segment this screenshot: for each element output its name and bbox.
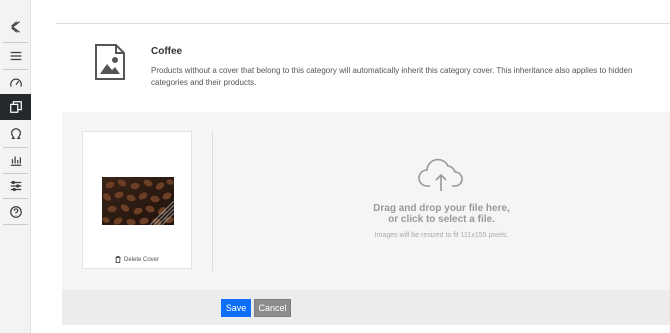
cover-preview-card: Delete Cover: [82, 131, 192, 269]
sidebar-item-menu[interactable]: [0, 43, 31, 69]
category-description: Products without a cover that belong to …: [151, 66, 633, 87]
dropzone-title-line1: Drag and drop your file here,: [373, 203, 510, 214]
menu-icon: [10, 51, 21, 61]
delete-cover-link[interactable]: Delete Cover: [83, 256, 191, 263]
sidebar-item-stats[interactable]: [0, 147, 31, 173]
sidebar-item-catalog[interactable]: [0, 94, 31, 120]
sidebar-item-help[interactable]: [0, 199, 31, 225]
dropzone-title: Drag and drop your file here, or click t…: [213, 203, 670, 225]
logo-icon: [10, 21, 20, 33]
trash-icon: [115, 256, 121, 263]
save-button[interactable]: Save: [221, 299, 251, 317]
cover-image: [102, 177, 174, 225]
cloud-upload-icon: [418, 158, 463, 191]
cancel-button[interactable]: Cancel: [254, 299, 291, 317]
cover-panel: Delete Cover Drag and drop your file her…: [62, 112, 670, 290]
dashboard-icon: [9, 78, 22, 87]
delete-cover-label: Delete Cover: [123, 256, 159, 263]
dropzone-title-line2: or click to select a file.: [388, 214, 495, 225]
form-actions: Save Cancel: [62, 290, 670, 325]
sidebar-item-dashboard[interactable]: [0, 70, 31, 96]
sidebar-separator: [3, 224, 28, 225]
file-dropzone[interactable]: Drag and drop your file here, or click t…: [213, 112, 670, 290]
header-divider: [56, 23, 670, 24]
sidebar-item-settings[interactable]: [0, 173, 31, 199]
dropzone-hint: Images will be resized to fit 111x155 pi…: [374, 232, 509, 239]
category-header: Coffee Products without a cover that bel…: [62, 30, 670, 112]
image-placeholder-icon: [95, 44, 125, 80]
category-title: Coffee: [151, 46, 183, 57]
customers-icon: [10, 128, 21, 139]
help-icon: [9, 206, 22, 218]
sidebar-item-customers[interactable]: [0, 121, 31, 147]
stats-icon: [10, 156, 21, 166]
catalog-icon: [9, 101, 22, 113]
sidebar: [0, 0, 31, 333]
sidebar-logo[interactable]: [0, 14, 31, 40]
settings-icon: [10, 180, 21, 192]
